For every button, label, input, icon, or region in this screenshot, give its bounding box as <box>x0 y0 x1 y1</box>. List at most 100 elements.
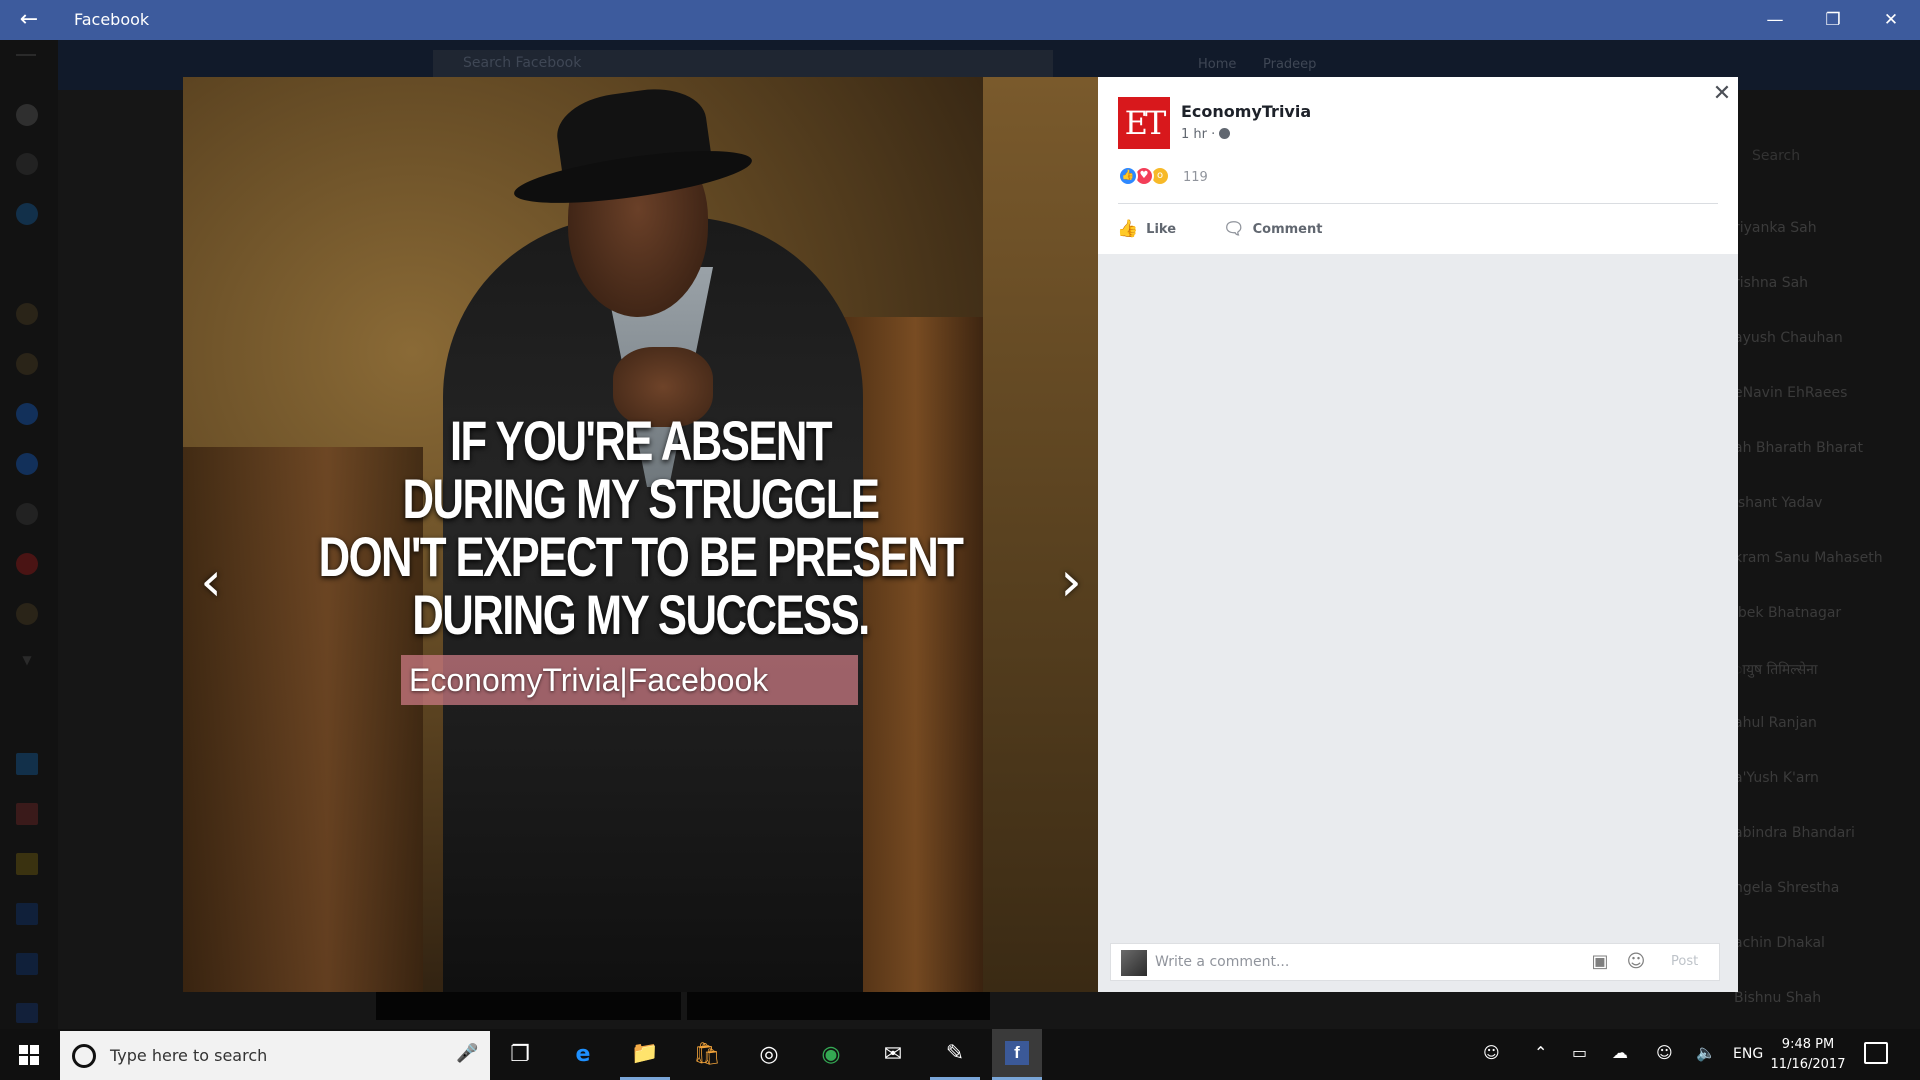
page-name-link[interactable]: EconomyTrivia <box>1181 102 1311 121</box>
contact-item[interactable]: ibek Bhatnagar <box>1734 605 1841 621</box>
quote-line: DON'T EXPECT TO BE PRESENT <box>318 525 964 588</box>
comment-composer: ▣ ☺ Post <box>1110 943 1720 981</box>
like-button[interactable]: 👍 Like <box>1117 217 1176 241</box>
clock-date: 11/16/2017 <box>1770 1057 1846 1072</box>
battery-icon[interactable]: ▭ <box>1572 1043 1587 1062</box>
divider <box>1118 203 1718 204</box>
close-icon[interactable]: ✕ <box>1710 82 1734 106</box>
edge-icon[interactable]: e <box>558 1029 608 1080</box>
avatar <box>1121 950 1147 976</box>
post-timestamp[interactable]: 1 hr · <box>1181 127 1231 142</box>
post-details-panel: ET EconomyTrivia 1 hr · ✕ 👍 ♥ o 119 👍 Li… <box>1098 77 1738 992</box>
calendar-icon[interactable] <box>16 803 38 825</box>
chevron-up-icon[interactable]: ⌃ <box>1534 1043 1547 1062</box>
store-icon[interactable]: 🛍 <box>682 1029 732 1080</box>
comment-input[interactable] <box>1155 949 1575 975</box>
contact-item[interactable]: a'Yush K'arn <box>1734 770 1819 786</box>
file-explorer-icon[interactable]: 📁 <box>620 1029 670 1080</box>
group-icon[interactable] <box>16 553 38 575</box>
like-reaction-icon: 👍 <box>1118 166 1138 186</box>
facebook-search-input[interactable]: Search Facebook <box>433 50 1053 78</box>
contact-item[interactable]: ahul Ranjan <box>1734 715 1817 731</box>
bookmark-icon[interactable] <box>16 1003 38 1023</box>
post-time-text: 1 hr · <box>1181 127 1216 142</box>
groove-icon[interactable]: ◎ <box>744 1029 794 1080</box>
contact-item[interactable]: ishant Yadav <box>1734 495 1822 511</box>
quote-line: IF YOU'RE ABSENT <box>449 409 833 472</box>
group-icon[interactable] <box>16 503 38 525</box>
taskbar-search[interactable]: Type here to search 🎤 <box>60 1031 490 1080</box>
contact-item[interactable]: ायुष तिमिल्सेना <box>1734 660 1818 679</box>
post-header: ET EconomyTrivia 1 hr · ✕ 👍 ♥ o 119 👍 Li… <box>1098 77 1738 254</box>
chevron-right-icon[interactable]: › <box>1051 552 1091 612</box>
start-button[interactable] <box>0 1029 58 1080</box>
left-rail: ▼ <box>0 40 58 1029</box>
news-icon[interactable] <box>16 153 38 175</box>
contact-item[interactable]: eNavin EhRaees <box>1734 385 1847 401</box>
nav-home[interactable]: Home <box>1198 57 1236 72</box>
mail-icon[interactable]: ✉ <box>868 1029 918 1080</box>
arrow-left-icon[interactable]: ← <box>16 7 42 33</box>
wifi-icon[interactable]: ☺ <box>1656 1043 1673 1062</box>
facebook-icon[interactable]: f <box>992 1029 1042 1080</box>
comment-button[interactable]: 🗨 Comment <box>1223 217 1322 241</box>
contact-item[interactable]: abindra Bhandari <box>1734 825 1855 841</box>
taskbar-search-placeholder: Type here to search <box>110 1046 268 1065</box>
contact-item[interactable]: Bishnu Shah <box>1734 990 1821 1006</box>
post-comment-button[interactable]: Post <box>1671 954 1698 969</box>
chevron-left-icon[interactable]: ‹ <box>191 552 231 612</box>
microphone-icon[interactable]: 🎤 <box>456 1043 478 1064</box>
thumbs-up-icon: 👍 <box>1117 219 1139 239</box>
nav-profile[interactable]: Pradeep <box>1263 57 1316 72</box>
taskbar: Type here to search 🎤 ❐ e 📁 🛍 ◎ ◉ ✉ ✎ f … <box>0 1029 1920 1080</box>
clock[interactable]: 9:48 PM 11/16/2017 <box>1768 1035 1848 1075</box>
photo-icon[interactable]: ▣ <box>1589 951 1611 973</box>
close-icon[interactable]: ✕ <box>1862 0 1920 40</box>
quote-line: DURING MY STRUGGLE <box>402 467 880 530</box>
contact-item[interactable]: kram Sanu Mahaseth <box>1734 550 1883 566</box>
reaction-count[interactable]: 119 <box>1183 170 1208 185</box>
photo-background <box>983 77 1098 992</box>
group-icon[interactable] <box>16 303 38 325</box>
comment-label: Comment <box>1252 221 1323 237</box>
contact-item[interactable]: ah Bharath Bharat <box>1734 440 1863 456</box>
group-icon[interactable] <box>16 353 38 375</box>
onedrive-icon[interactable]: ☁ <box>1612 1043 1628 1062</box>
window-title: Facebook <box>74 10 150 29</box>
restore-icon[interactable]: ❐ <box>1804 0 1862 40</box>
background-content <box>376 992 681 1020</box>
group-icon[interactable] <box>16 403 38 425</box>
pen-icon[interactable]: ✎ <box>930 1029 980 1080</box>
post-photo[interactable]: IF YOU'RE ABSENT DURING MY STRUGGLE DON'… <box>183 77 1098 992</box>
minimize-icon[interactable]: — <box>1746 0 1804 40</box>
group-icon[interactable] <box>16 453 38 475</box>
profile-icon[interactable] <box>16 104 38 126</box>
chevron-down-icon[interactable]: ▼ <box>16 653 38 675</box>
contact-item[interactable]: rishna Sah <box>1734 275 1808 291</box>
chrome-icon[interactable]: ◉ <box>806 1029 856 1080</box>
messenger-icon[interactable] <box>16 203 38 225</box>
task-view-icon[interactable]: ❐ <box>495 1029 545 1080</box>
app-icon[interactable] <box>16 753 38 775</box>
contact-item[interactable]: riyanka Sah <box>1734 220 1817 236</box>
contact-item[interactable]: achin Dhakal <box>1734 935 1825 951</box>
contacts-search[interactable]: Search <box>1752 148 1800 164</box>
language-indicator[interactable]: ENG <box>1733 1046 1763 1062</box>
like-label: Like <box>1146 221 1177 237</box>
windows-icon <box>19 1044 39 1065</box>
emoji-icon[interactable]: ☺ <box>1625 951 1647 973</box>
title-bar: ← Facebook — ❐ ✕ <box>0 0 1920 40</box>
app-icon[interactable] <box>16 953 38 975</box>
photo-watermark: EconomyTrivia|Facebook <box>401 655 858 705</box>
app-icon[interactable] <box>16 853 38 875</box>
menu-icon[interactable] <box>16 54 36 56</box>
app-icon[interactable] <box>16 903 38 925</box>
group-icon[interactable] <box>16 603 38 625</box>
page-avatar[interactable]: ET <box>1118 97 1170 149</box>
people-icon[interactable]: ☺ <box>1483 1043 1500 1062</box>
volume-icon[interactable]: 🔈 <box>1696 1043 1716 1062</box>
notifications-icon[interactable] <box>1864 1042 1888 1064</box>
contact-item[interactable]: ayush Chauhan <box>1734 330 1843 346</box>
cortana-icon <box>72 1044 96 1068</box>
contact-item[interactable]: ngela Shrestha <box>1734 880 1839 896</box>
